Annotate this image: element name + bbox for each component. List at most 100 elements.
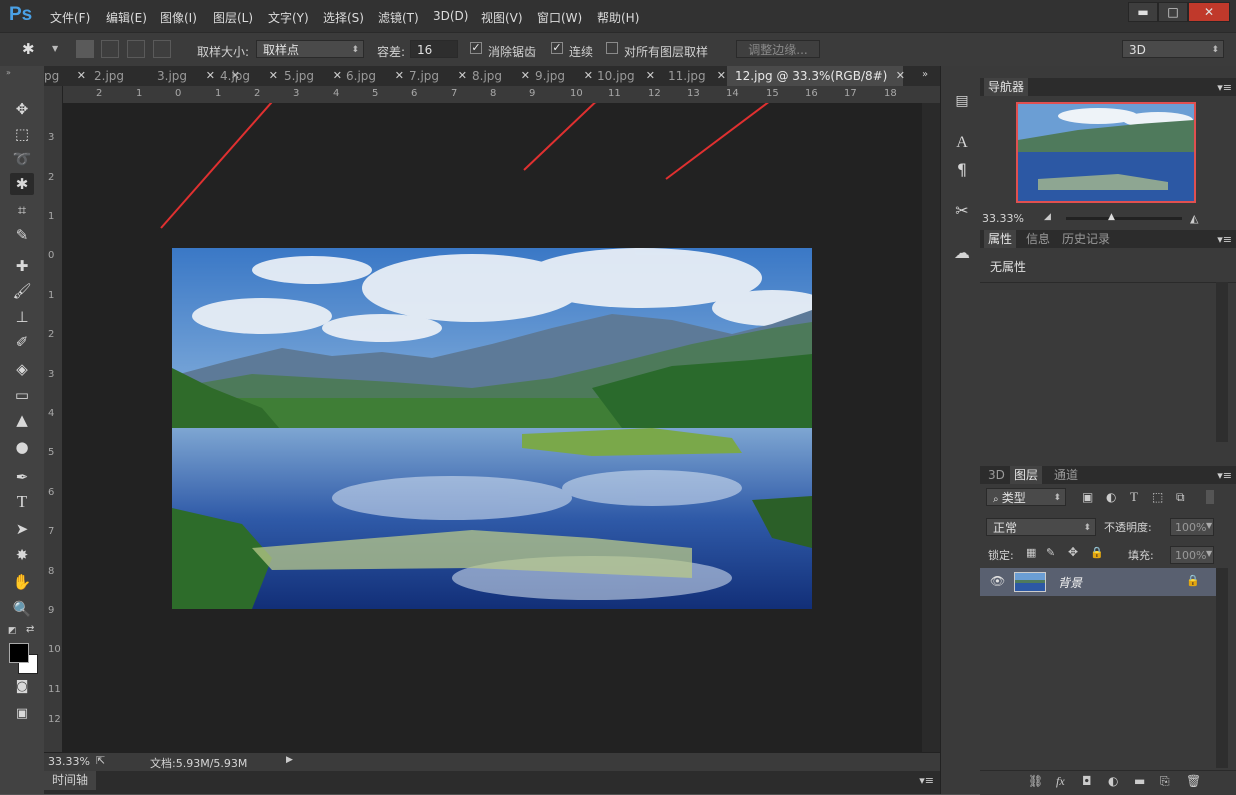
collapse-icon[interactable]: »	[6, 68, 11, 77]
character-panel-icon[interactable]: A	[951, 132, 973, 154]
zoom-in-icon[interactable]: ◭	[1190, 212, 1198, 225]
gradient-tool-icon[interactable]: ▭	[10, 384, 34, 406]
panel-menu-icon[interactable]: ▾≡	[1217, 469, 1232, 482]
filter-toggle[interactable]	[1206, 490, 1214, 504]
lasso-tool-icon[interactable]: ➰	[10, 148, 34, 170]
filter-type-icon[interactable]: T	[1130, 489, 1138, 505]
lock-pixels-icon[interactable]: ✎	[1046, 546, 1055, 559]
tool-presets-icon[interactable]: ✂	[951, 200, 973, 222]
zoom-tool-icon[interactable]: 🔍	[10, 598, 34, 620]
paragraph-panel-icon[interactable]: ¶	[951, 159, 973, 181]
layer-name[interactable]: 背景	[1058, 574, 1082, 591]
tab-close-icon[interactable]: ✕	[458, 66, 467, 86]
path-selection-tool-icon[interactable]: ➤	[10, 518, 34, 540]
swap-colors-icon[interactable]: ⇄	[26, 624, 34, 635]
fill-dropdown-icon[interactable]: ▼	[1206, 549, 1212, 558]
magic-wand-icon[interactable]: ✱	[22, 40, 42, 60]
add-selection-mode-button[interactable]	[101, 40, 119, 58]
tab-close-icon[interactable]: ✕	[206, 66, 215, 86]
visibility-eye-icon[interactable]: 👁	[990, 574, 1005, 588]
tab-close-icon[interactable]: ✕	[77, 66, 86, 86]
adjustment-layer-icon[interactable]: ◐	[1108, 774, 1118, 788]
tab-close-icon[interactable]: ✕	[646, 66, 655, 86]
filter-adjustment-icon[interactable]: ◐	[1106, 490, 1116, 504]
tolerance-input[interactable]: 16	[410, 40, 458, 58]
maximize-button[interactable]: □	[1158, 2, 1188, 22]
foreground-color-swatch[interactable]	[9, 643, 29, 663]
screen-mode-icon[interactable]: ▣	[10, 703, 34, 725]
panel-menu-icon[interactable]: ▾≡	[1217, 81, 1232, 94]
menu-filter[interactable]: 滤镜(T)	[378, 9, 419, 26]
layer-lock-icon[interactable]: 🔒	[1186, 574, 1200, 587]
tab-12-active[interactable]: 12.jpg @ 33.3%(RGB/8#) ✕	[727, 66, 905, 86]
properties-scrollbar[interactable]	[1216, 282, 1228, 442]
tab-close-icon[interactable]: ✕	[717, 66, 726, 86]
tab-3[interactable]: 3.jpg ✕	[157, 66, 215, 86]
zoom-level[interactable]: 33.33%	[48, 755, 90, 768]
timeline-menu-icon[interactable]: ▾≡	[919, 774, 934, 787]
menu-3d[interactable]: 3D(D)	[433, 9, 468, 23]
tab-close-icon[interactable]: ✕	[896, 66, 905, 86]
menu-image[interactable]: 图像(I)	[160, 9, 197, 26]
tab-close-icon[interactable]: ✕	[333, 66, 342, 86]
eyedropper-tool-icon[interactable]: ✎	[10, 224, 34, 246]
new-layer-icon[interactable]: ⎘	[1160, 774, 1170, 789]
custom-shape-tool-icon[interactable]: ✸	[10, 544, 34, 566]
default-colors-icon[interactable]: ◩	[8, 626, 17, 636]
vertical-scrollbar[interactable]	[922, 103, 940, 752]
menu-view[interactable]: 视图(V)	[481, 9, 523, 26]
tab-close-icon[interactable]: ✕	[584, 66, 593, 86]
canvas-area[interactable]	[62, 103, 922, 752]
history-panel-icon[interactable]: ▤	[951, 90, 973, 112]
tab-7[interactable]: 7.jpg ✕	[409, 66, 467, 86]
menu-type[interactable]: 文字(Y)	[268, 9, 309, 26]
tool-preset-arrow-icon[interactable]: ▼	[52, 44, 58, 53]
workspace-select[interactable]: 3D ⬍	[1122, 40, 1224, 58]
tab-4[interactable]: 4.jpg ✕	[220, 66, 278, 86]
tab-8[interactable]: 8.jpg ✕	[472, 66, 530, 86]
tab-close-icon[interactable]: ✕	[521, 66, 530, 86]
antialias-checkbox[interactable]: ✓	[470, 42, 482, 54]
tab-1[interactable]: pg ✕	[44, 66, 86, 86]
creative-cloud-icon[interactable]: ☁	[951, 242, 973, 264]
zoom-out-icon[interactable]: ◢	[1044, 212, 1051, 222]
crop-tool-icon[interactable]: ⌗	[10, 199, 34, 221]
type-tool-icon[interactable]: T	[10, 491, 34, 513]
tab-10[interactable]: 10.jpg ✕	[597, 66, 655, 86]
pen-tool-icon[interactable]: ✒	[10, 466, 34, 488]
tabs-overflow-icon[interactable]: »	[922, 69, 928, 80]
tab-layers[interactable]: 图层	[1010, 466, 1043, 484]
intersect-selection-mode-button[interactable]	[153, 40, 171, 58]
timeline-tab[interactable]: 时间轴	[44, 771, 97, 790]
tab-11[interactable]: 11.jpg ✕	[668, 66, 726, 86]
layer-style-fx-icon[interactable]: fx	[1056, 774, 1065, 789]
tab-6[interactable]: 6.jpg ✕	[346, 66, 404, 86]
move-tool-icon[interactable]: ✥	[10, 98, 34, 120]
blur-tool-icon[interactable]: ▲	[10, 409, 34, 431]
filter-smart-object-icon[interactable]: ⧉	[1176, 490, 1185, 505]
navigator-zoom-slider[interactable]	[1066, 217, 1182, 220]
tab-channels[interactable]: 通道	[1050, 466, 1082, 484]
dodge-tool-icon[interactable]: ●	[10, 436, 34, 458]
clone-stamp-tool-icon[interactable]: ⊥	[10, 306, 34, 328]
menu-edit[interactable]: 编辑(E)	[106, 9, 147, 26]
filter-shape-icon[interactable]: ⬚	[1152, 490, 1163, 504]
subtract-selection-mode-button[interactable]	[127, 40, 145, 58]
tab-info[interactable]: 信息	[1022, 230, 1054, 248]
all-layers-checkbox[interactable]	[606, 42, 618, 54]
quick-mask-icon[interactable]: ◙	[10, 676, 34, 698]
delete-layer-icon[interactable]: 🗑	[1186, 774, 1201, 788]
tab-navigator[interactable]: 导航器	[984, 78, 1029, 96]
blend-mode-select[interactable]: 正常 ⬍	[986, 518, 1096, 536]
layer-filter-select[interactable]: ⌕ 类型 ⬍	[986, 488, 1066, 506]
share-icon[interactable]: ⇱	[96, 754, 105, 767]
menu-layer[interactable]: 图层(L)	[213, 9, 253, 26]
link-layers-icon[interactable]: ⛓	[1028, 774, 1043, 788]
close-button[interactable]: ✕	[1188, 2, 1230, 22]
menu-window[interactable]: 窗口(W)	[537, 9, 582, 26]
tab-3d[interactable]: 3D	[984, 466, 1009, 484]
brush-tool-icon[interactable]: 🖌	[10, 280, 34, 302]
tab-close-icon[interactable]: ✕	[269, 66, 278, 86]
navigator-zoom[interactable]: 33.33%	[982, 212, 1024, 225]
tab-close-icon[interactable]: ✕	[395, 66, 404, 86]
